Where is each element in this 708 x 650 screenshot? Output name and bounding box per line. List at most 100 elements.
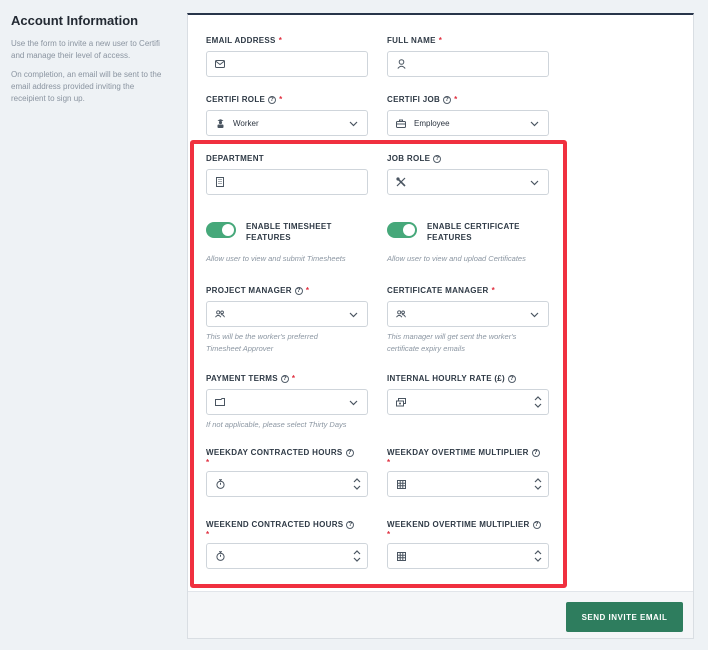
- users-icon: [215, 309, 225, 319]
- weekday-hours-field: WEEKDAY CONTRACTED HOURS? *: [206, 447, 368, 497]
- help-icon[interactable]: ?: [433, 154, 442, 163]
- certificate-manager-label: CERTIFICATE MANAGER: [387, 286, 489, 295]
- weekday-multiplier-input[interactable]: [387, 471, 549, 497]
- stopwatch-icon: [215, 551, 225, 561]
- required-marker: *: [387, 458, 391, 467]
- weekend-hours-field: WEEKEND CONTRACTED HOURS? *: [206, 519, 368, 569]
- department-label: DEPARTMENT: [206, 154, 264, 163]
- sidebar: Account Information Use the form to invi…: [11, 13, 171, 112]
- weekday-multiplier-field: WEEKDAY OVERTIME MULTIPLIER? *: [387, 447, 549, 497]
- sidebar-description: Use the form to invite a new user to Cer…: [11, 39, 160, 60]
- help-icon[interactable]: ?: [345, 448, 354, 457]
- help-icon[interactable]: ?: [531, 448, 540, 457]
- required-marker: *: [387, 530, 391, 539]
- full-name-input[interactable]: [387, 51, 549, 77]
- help-icon[interactable]: ?: [268, 95, 277, 104]
- weekday-hours-input[interactable]: [206, 471, 368, 497]
- hourly-rate-label: INTERNAL HOURLY RATE (£): [387, 374, 506, 383]
- email-input[interactable]: [206, 51, 368, 77]
- weekend-multiplier-label: WEEKEND OVERTIME MULTIPLIER: [387, 520, 530, 529]
- project-manager-field: PROJECT MANAGER? * This will be the worke…: [206, 285, 368, 355]
- required-marker: *: [491, 286, 495, 295]
- help-icon[interactable]: ?: [294, 286, 303, 295]
- timesheet-toggle-label: ENABLE TIMESHEET FEATURES: [246, 222, 332, 242]
- chevron-down-icon: [349, 312, 358, 318]
- certifi-job-label: CERTIFI JOB: [387, 95, 441, 104]
- payment-terms-select[interactable]: [206, 389, 368, 415]
- wallet-icon: [215, 397, 225, 407]
- certifi-job-value: Employee: [414, 118, 450, 128]
- required-marker: *: [206, 458, 210, 467]
- timesheet-toggle[interactable]: [206, 222, 236, 238]
- tools-icon: [396, 177, 406, 187]
- email-label: EMAIL ADDRESS: [206, 36, 276, 45]
- weekend-hours-input[interactable]: [206, 543, 368, 569]
- certificate-toggle[interactable]: [387, 222, 417, 238]
- chevron-down-icon: [530, 121, 539, 127]
- timesheet-toggle-row: ENABLE TIMESHEET FEATURES: [206, 221, 376, 243]
- required-marker: *: [305, 286, 310, 295]
- weekend-multiplier-field: WEEKEND OVERTIME MULTIPLIER? *: [387, 519, 549, 569]
- building-icon: [215, 177, 225, 187]
- stepper-icon[interactable]: [534, 549, 542, 563]
- user-icon: [396, 59, 406, 69]
- help-icon[interactable]: ?: [532, 520, 541, 529]
- certificate-manager-select[interactable]: [387, 301, 549, 327]
- stopwatch-icon: [215, 479, 225, 489]
- envelope-icon: [215, 59, 225, 69]
- certificate-manager-field: CERTIFICATE MANAGER * This manager will g…: [387, 285, 549, 355]
- certifi-role-label: CERTIFI ROLE: [206, 95, 266, 104]
- stepper-icon[interactable]: [353, 477, 361, 491]
- certifi-role-value: Worker: [233, 118, 259, 128]
- required-marker: *: [206, 530, 210, 539]
- job-role-select[interactable]: [387, 169, 549, 195]
- required-marker: *: [438, 36, 443, 45]
- certificate-manager-help: This manager will get sent the worker's …: [387, 332, 517, 353]
- chevron-down-icon: [349, 121, 358, 127]
- stepper-icon[interactable]: [534, 477, 542, 491]
- chevron-down-icon: [349, 400, 358, 406]
- hourly-rate-field: INTERNAL HOURLY RATE (£)?: [387, 373, 549, 415]
- calculator-icon: [396, 551, 406, 561]
- department-field: DEPARTMENT: [206, 153, 368, 195]
- users-icon: [396, 309, 406, 319]
- briefcase-icon: [396, 118, 406, 128]
- calculator-icon: [396, 479, 406, 489]
- required-marker: *: [291, 374, 296, 383]
- chevron-down-icon: [530, 180, 539, 186]
- department-input[interactable]: [206, 169, 368, 195]
- send-invite-button[interactable]: SEND INVITE EMAIL: [566, 602, 683, 632]
- payment-terms-field: PAYMENT TERMS? * If not applicable, pleas…: [206, 373, 368, 431]
- sidebar-title: Account Information: [11, 13, 139, 28]
- sidebar-completion-note: On completion, an email will be sent to …: [11, 70, 162, 103]
- help-icon[interactable]: ?: [443, 95, 452, 104]
- help-icon[interactable]: ?: [280, 374, 289, 383]
- help-icon[interactable]: ?: [346, 520, 355, 529]
- certificate-toggle-label: ENABLE CERTIFICATE FEATURES: [427, 222, 520, 242]
- help-icon[interactable]: ?: [508, 374, 517, 383]
- stepper-icon[interactable]: [534, 395, 542, 409]
- form-footer: SEND INVITE EMAIL: [188, 591, 693, 638]
- payment-terms-label: PAYMENT TERMS: [206, 374, 278, 383]
- job-role-field: JOB ROLE?: [387, 153, 549, 195]
- required-marker: *: [279, 95, 283, 104]
- weekday-hours-label: WEEKDAY CONTRACTED HOURS: [206, 448, 343, 457]
- project-manager-label: PROJECT MANAGER: [206, 286, 292, 295]
- chevron-down-icon: [530, 312, 539, 318]
- certifi-role-field: CERTIFI ROLE? * Worker: [206, 94, 368, 136]
- stepper-icon[interactable]: [353, 549, 361, 563]
- email-field: EMAIL ADDRESS *: [206, 35, 368, 77]
- required-marker: *: [454, 95, 458, 104]
- project-manager-select[interactable]: [206, 301, 368, 327]
- weekend-hours-label: WEEKEND CONTRACTED HOURS: [206, 520, 344, 529]
- weekend-multiplier-input[interactable]: [387, 543, 549, 569]
- certifi-role-select[interactable]: Worker: [206, 110, 368, 136]
- hourly-rate-input[interactable]: [387, 389, 549, 415]
- money-icon: [396, 397, 406, 407]
- payment-terms-help: If not applicable, please select Thirty …: [206, 420, 347, 429]
- full-name-label: FULL NAME: [387, 36, 436, 45]
- full-name-field: FULL NAME *: [387, 35, 549, 77]
- required-marker: *: [278, 36, 283, 45]
- certifi-job-select[interactable]: Employee: [387, 110, 549, 136]
- certificate-toggle-row: ENABLE CERTIFICATE FEATURES: [387, 221, 557, 243]
